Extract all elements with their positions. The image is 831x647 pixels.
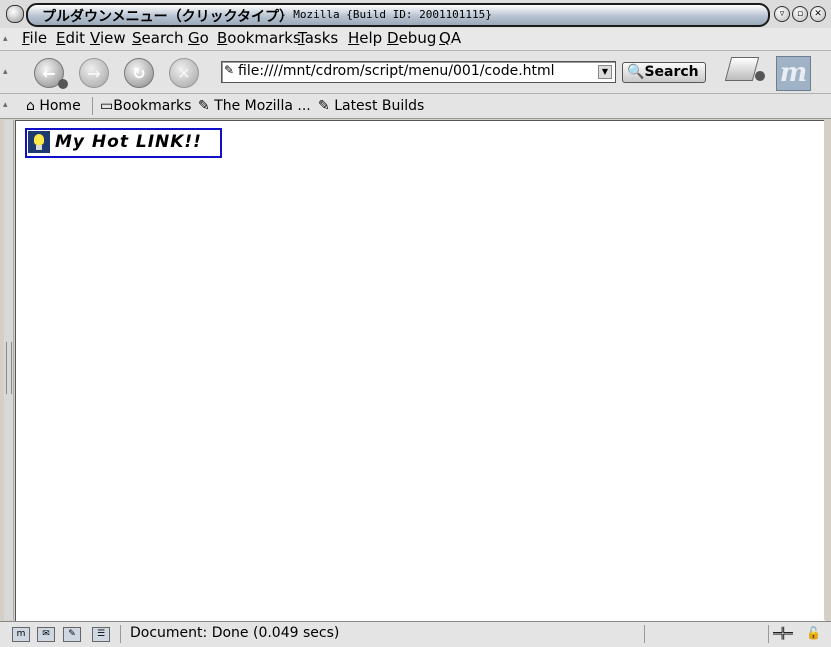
folder-icon: ▭ xyxy=(100,98,114,114)
menu-bar: ▴ File Edit View Search Go Bookmarks Tas… xyxy=(0,28,831,51)
latest-builds-label: Latest Builds xyxy=(334,98,425,114)
home-icon: ⌂ xyxy=(26,98,40,114)
menu-tasks[interactable]: Tasks xyxy=(298,29,338,47)
address-book-icon[interactable]: ☰ xyxy=(92,627,110,642)
menu-debug[interactable]: Debug xyxy=(387,29,436,47)
mozilla-icon[interactable]: m xyxy=(12,627,30,642)
title-bar[interactable]: プルダウンメニュー（クリックタイプ） - Mozilla {Build ID: … xyxy=(0,0,831,29)
window-menu-icon[interactable] xyxy=(6,5,24,23)
hot-link[interactable]: My Hot LINK!! xyxy=(25,128,222,158)
minimize-icon[interactable]: ▿ xyxy=(774,6,790,22)
magnifier-icon: 🔍 xyxy=(627,64,645,80)
reload-icon: ↻ xyxy=(132,63,146,83)
stop-icon: ✕ xyxy=(177,63,191,83)
status-divider xyxy=(644,625,645,643)
window-title-suffix: - Mozilla {Build ID: 2001101115} xyxy=(280,8,492,21)
status-text: Document: Done (0.049 secs) xyxy=(130,625,340,641)
menu-go[interactable]: Go xyxy=(188,29,209,47)
search-button[interactable]: 🔍Search xyxy=(622,62,706,83)
mozilla-logo[interactable]: m xyxy=(776,56,811,91)
status-bar: m ✉ ✎ ☰ Document: Done (0.049 secs) ═╬═ … xyxy=(0,621,831,647)
online-icon[interactable]: ═╬═ xyxy=(773,627,793,640)
mozilla-bookmark-label: The Mozilla ... xyxy=(214,98,311,114)
menu-help[interactable]: Help xyxy=(348,29,382,47)
sidebar-grip-handle[interactable] xyxy=(6,342,12,394)
lock-icon[interactable]: 🔓 xyxy=(806,626,821,640)
toolbar-divider xyxy=(92,97,93,115)
menu-edit[interactable]: Edit xyxy=(56,29,85,47)
grip-icon[interactable]: ▴ xyxy=(3,34,11,44)
menu-search[interactable]: Search xyxy=(132,29,184,47)
url-input[interactable]: ✎ file:////mnt/cdrom/script/menu/001/cod… xyxy=(221,61,616,83)
right-border xyxy=(824,120,831,620)
url-dropdown-icon[interactable]: ▼ xyxy=(598,65,612,79)
bookmark-icon: ✎ xyxy=(318,98,335,114)
bookmarks-button[interactable]: ▭Bookmarks xyxy=(100,98,191,114)
menu-view[interactable]: View xyxy=(90,29,126,47)
page-icon: ✎ xyxy=(224,63,235,77)
grip-icon[interactable]: ▴ xyxy=(3,67,11,77)
navigation-toolbar: ▴ ← → ↻ ✕ ✎ file:////mnt/cdrom/script/me… xyxy=(0,51,831,94)
sidebar-grip[interactable] xyxy=(4,120,14,620)
close-icon[interactable]: ✕ xyxy=(810,6,826,22)
hot-link-text[interactable]: My Hot LINK!! xyxy=(55,132,202,152)
stop-button[interactable]: ✕ xyxy=(169,58,199,88)
latest-builds-bookmark[interactable]: ✎ Latest Builds xyxy=(318,98,424,114)
composer-icon[interactable]: ✎ xyxy=(63,627,81,642)
search-button-label: Search xyxy=(644,64,699,80)
url-text: file:////mnt/cdrom/script/menu/001/code.… xyxy=(238,63,555,79)
home-button[interactable]: ⌂ Home xyxy=(26,98,81,114)
back-dropdown-icon[interactable] xyxy=(58,79,68,89)
status-divider xyxy=(120,625,121,643)
menu-file[interactable]: File xyxy=(22,29,47,47)
back-arrow-icon: ← xyxy=(42,63,56,83)
print-dropdown-icon[interactable] xyxy=(755,71,765,81)
page-content[interactable]: My Hot LINK!! xyxy=(15,120,825,621)
mozilla-bookmark[interactable]: ✎ The Mozilla ... xyxy=(198,98,311,114)
forward-button[interactable]: → xyxy=(79,58,109,88)
reload-button[interactable]: ↻ xyxy=(124,58,154,88)
menu-qa[interactable]: QA xyxy=(439,29,461,47)
window-title: プルダウンメニュー（クリックタイプ） xyxy=(42,9,294,25)
window-title-pill: プルダウンメニュー（クリックタイプ） - Mozilla {Build ID: … xyxy=(26,3,770,27)
status-divider xyxy=(768,625,769,643)
print-icon[interactable] xyxy=(724,57,760,81)
personal-toolbar: ▴ ⌂ Home ▭Bookmarks ✎ The Mozilla ... ✎ … xyxy=(0,94,831,119)
home-label: Home xyxy=(39,98,81,114)
forward-arrow-icon: → xyxy=(87,63,101,83)
lightbulb-icon xyxy=(28,131,50,153)
bookmark-icon: ✎ xyxy=(198,98,215,114)
maximize-icon[interactable]: ▫ xyxy=(792,6,808,22)
mail-icon[interactable]: ✉ xyxy=(37,627,55,642)
grip-icon[interactable]: ▴ xyxy=(3,100,11,110)
bookmarks-label: Bookmarks xyxy=(113,98,192,114)
menu-bookmarks[interactable]: Bookmarks xyxy=(217,29,301,47)
